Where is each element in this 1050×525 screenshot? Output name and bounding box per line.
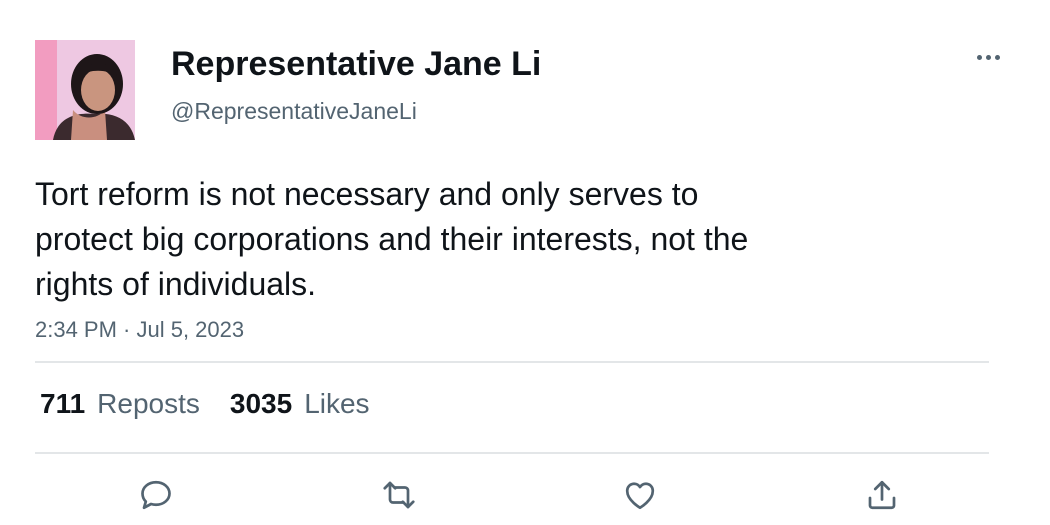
tweet-text-line: Tort reform is not necessary and only se… xyxy=(35,176,699,212)
reply-icon xyxy=(141,480,171,510)
tweet-text: Tort reform is not necessary and only se… xyxy=(35,172,895,307)
reply-button[interactable] xyxy=(136,475,176,515)
reposts-stat[interactable]: 711 Reposts xyxy=(40,386,200,422)
heart-icon xyxy=(625,482,655,510)
more-options-button[interactable] xyxy=(968,42,1008,72)
likes-label: Likes xyxy=(304,388,370,419)
divider xyxy=(35,452,989,454)
share-button[interactable] xyxy=(862,475,902,515)
tweet-text-line: rights of individuals. xyxy=(35,266,317,302)
avatar[interactable] xyxy=(35,40,135,140)
tweet-text-line: protect big corporations and their inter… xyxy=(35,221,749,257)
author-display-name[interactable]: Representative Jane Li xyxy=(171,44,541,84)
more-horizontal-icon-dot xyxy=(994,54,1000,60)
author-handle[interactable]: @RepresentativeJaneLi xyxy=(171,97,417,125)
tweet-timestamp[interactable]: 2:34 PM · Jul 5, 2023 xyxy=(35,316,244,344)
likes-stat[interactable]: 3035 Likes xyxy=(230,386,370,422)
reposts-count: 711 xyxy=(40,388,86,419)
engagement-stats: 711 Reposts 3035 Likes xyxy=(40,386,370,422)
more-horizontal-icon-dot xyxy=(985,54,991,60)
repost-button[interactable] xyxy=(379,475,419,515)
share-icon xyxy=(868,480,896,510)
avatar-photo xyxy=(35,40,135,140)
like-button[interactable] xyxy=(620,475,660,515)
reposts-label: Reposts xyxy=(97,388,200,419)
divider xyxy=(35,361,989,363)
repost-icon xyxy=(383,481,415,509)
likes-count: 3035 xyxy=(229,388,293,419)
more-horizontal-icon xyxy=(976,54,982,60)
